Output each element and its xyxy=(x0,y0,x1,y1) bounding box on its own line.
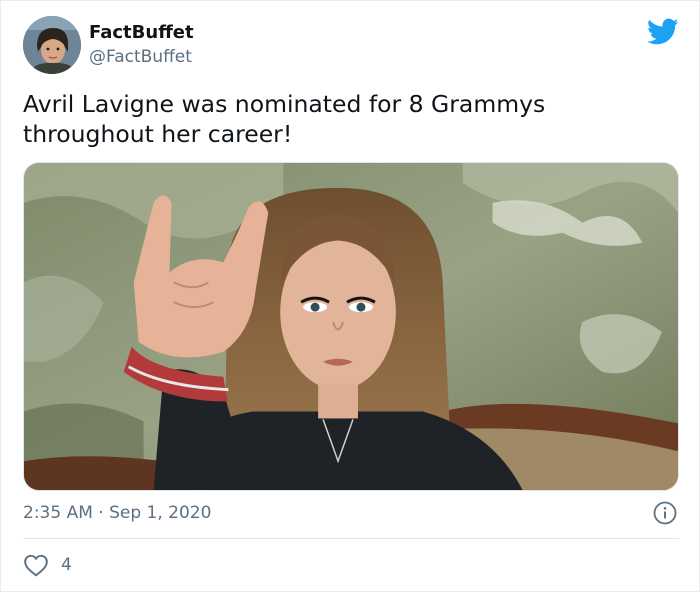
like-count: 4 xyxy=(61,555,72,575)
avatar[interactable] xyxy=(23,16,81,74)
twitter-bird-icon[interactable] xyxy=(647,18,679,46)
tweet-text: Avril Lavigne was nominated for 8 Grammy… xyxy=(23,90,546,148)
user-handle[interactable]: @FactBuffet xyxy=(89,47,192,67)
meta-row: 2:35 AM · Sep 1, 2020 xyxy=(23,501,679,525)
heart-icon[interactable] xyxy=(23,553,49,577)
divider xyxy=(23,538,679,539)
display-name[interactable]: FactBuffet xyxy=(89,22,194,43)
tweet-photo[interactable] xyxy=(23,162,679,491)
tweet-timestamp[interactable]: 2:35 AM · Sep 1, 2020 xyxy=(23,503,211,523)
avatar-image xyxy=(23,16,81,74)
photo-image xyxy=(24,163,678,490)
tweet-card: FactBuffet @FactBuffet Avril Lavigne was… xyxy=(0,0,700,592)
info-icon[interactable] xyxy=(653,501,677,525)
